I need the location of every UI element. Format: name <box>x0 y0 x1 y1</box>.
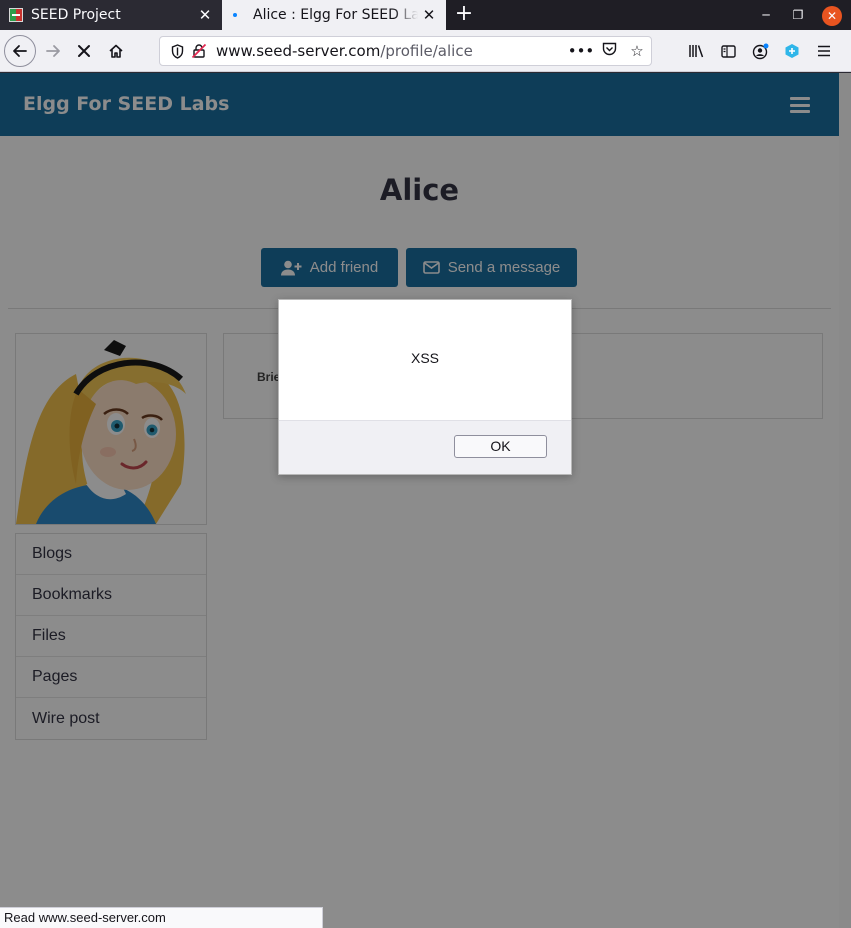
url-text[interactable]: www.seed-server.com/profile/alice <box>216 42 567 60</box>
tab-title: SEED Project <box>31 7 121 23</box>
tracking-protection-shield-icon[interactable] <box>166 43 188 59</box>
seed-logo-icon <box>9 8 23 22</box>
navigation-toolbar: www.seed-server.com/profile/alice ••• ☆ <box>0 30 851 72</box>
toolbar-right-icons <box>680 36 840 66</box>
account-icon[interactable] <box>744 36 776 66</box>
tab-title: Alice : Elgg For SEED Labs <box>253 7 418 23</box>
forward-button[interactable] <box>38 36 68 66</box>
alert-footer: OK <box>279 420 571 474</box>
new-tab-button[interactable]: + <box>452 2 476 26</box>
page-scrollbar[interactable] <box>839 73 851 928</box>
extension-icon[interactable] <box>776 36 808 66</box>
app-menu-icon[interactable] <box>808 36 840 66</box>
tab-close-icon[interactable]: ✕ <box>194 6 216 24</box>
forward-arrow-icon <box>46 45 60 57</box>
back-arrow-icon <box>13 45 27 57</box>
minimize-icon[interactable]: ─ <box>756 6 776 26</box>
library-icon[interactable] <box>680 36 712 66</box>
home-icon <box>109 44 123 58</box>
tab-seed-project[interactable]: SEED Project ✕ <box>0 0 222 30</box>
stop-loading-button[interactable] <box>69 36 99 66</box>
alert-message: XSS <box>410 350 439 366</box>
page-actions-menu-icon[interactable]: ••• <box>567 42 595 60</box>
window-close-icon[interactable]: ✕ <box>822 6 842 26</box>
home-button[interactable] <box>101 36 131 66</box>
tab-alice-profile[interactable]: Alice : Elgg For SEED Labs ✕ <box>222 0 446 30</box>
restore-icon[interactable]: ❐ <box>788 6 808 26</box>
address-bar[interactable]: www.seed-server.com/profile/alice ••• ☆ <box>159 36 652 66</box>
web-content: Elgg For SEED Labs Alice Add friend Send… <box>0 73 839 928</box>
back-button[interactable] <box>4 35 36 67</box>
insecure-connection-icon[interactable] <box>188 43 210 59</box>
bookmark-star-icon[interactable]: ☆ <box>623 42 651 60</box>
tab-strip: SEED Project ✕ Alice : Elgg For SEED Lab… <box>0 0 851 30</box>
url-path: /profile/alice <box>380 42 473 60</box>
pocket-icon[interactable] <box>595 42 623 60</box>
tab-close-icon[interactable]: ✕ <box>418 6 440 24</box>
url-domain: www.seed-server.com <box>216 42 381 60</box>
alert-dialog: XSS OK <box>278 299 572 475</box>
sidebar-icon[interactable] <box>712 36 744 66</box>
stop-icon <box>78 45 90 57</box>
status-bar: Read www.seed-server.com <box>0 907 323 928</box>
modal-overlay <box>0 73 839 928</box>
loading-dot-icon <box>233 13 237 17</box>
ok-button[interactable]: OK <box>454 435 547 458</box>
